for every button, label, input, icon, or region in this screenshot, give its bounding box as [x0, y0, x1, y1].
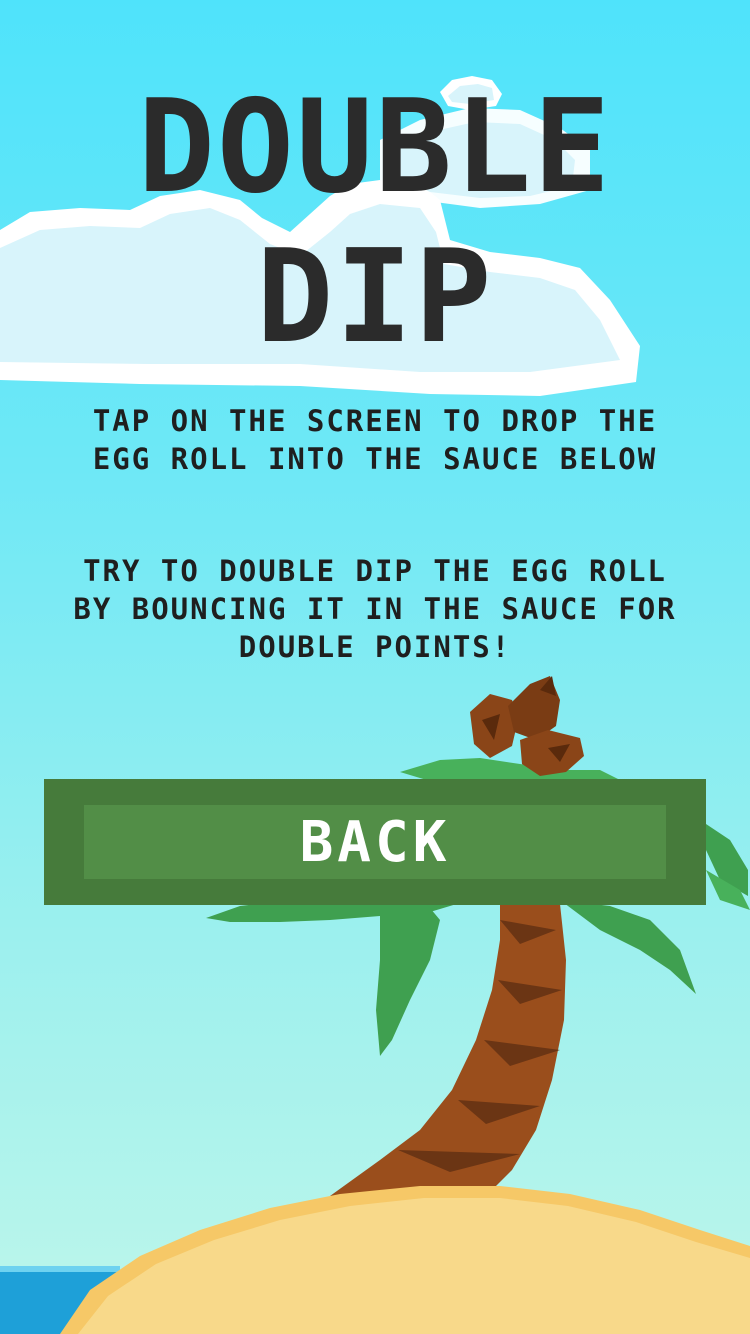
game-screen[interactable]: DOUBLE DIP TAP ON THE SCREEN TO DROP THE…: [0, 0, 750, 1334]
back-button-label: BACK: [299, 809, 451, 875]
back-button-face[interactable]: BACK: [84, 805, 666, 879]
palm-trunk: [330, 900, 566, 1196]
back-button[interactable]: BACK: [44, 779, 706, 905]
island: [60, 1186, 750, 1334]
instruction-double-dip: TRY TO DOUBLE DIP THE EGG ROLL BY BOUNCI…: [73, 554, 677, 664]
game-title-line-1: DOUBLE: [137, 73, 613, 222]
instruction-tap: TAP ON THE SCREEN TO DROP THE EGG ROLL I…: [92, 404, 658, 476]
game-title-line-2: DIP: [256, 223, 494, 372]
